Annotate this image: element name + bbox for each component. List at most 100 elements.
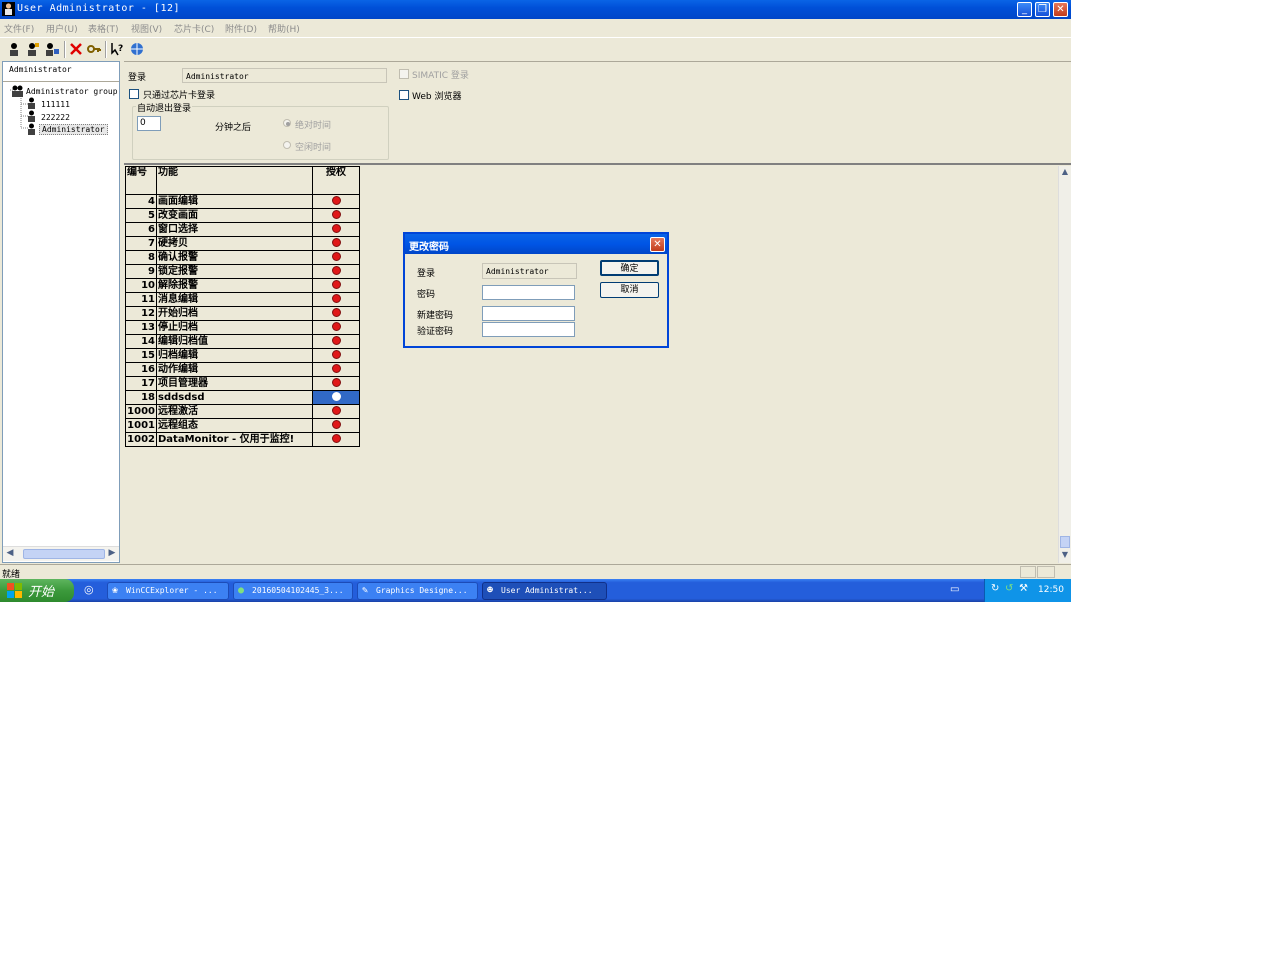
table-row[interactable]: 16 动作编辑: [125, 362, 360, 377]
absolute-time-radio[interactable]: [283, 119, 291, 127]
table-row[interactable]: 15 归档编辑: [125, 348, 360, 363]
row-authorization-cell[interactable]: [312, 194, 360, 209]
table-row[interactable]: 12 开始归档: [125, 306, 360, 321]
scroll-right-icon[interactable]: ▶: [106, 548, 118, 560]
context-help-icon[interactable]: ?: [110, 41, 126, 57]
table-row[interactable]: 17 项目管理器: [125, 376, 360, 391]
keyboard-icon[interactable]: ▭: [950, 584, 964, 596]
row-authorization-cell[interactable]: [312, 348, 360, 363]
row-authorization-cell[interactable]: [312, 390, 360, 405]
table-row[interactable]: 10 解除报警: [125, 278, 360, 293]
menu-file[interactable]: 文件(F): [4, 22, 34, 35]
row-authorization-cell[interactable]: [312, 362, 360, 377]
authorization-indicator-icon[interactable]: [331, 364, 341, 373]
tree-horizontal-scrollbar[interactable]: ◀ ▶: [3, 546, 119, 561]
table-row[interactable]: 1001 远程组态: [125, 418, 360, 433]
web-icon[interactable]: [129, 41, 145, 57]
minutes-input[interactable]: 0: [137, 116, 161, 131]
start-button[interactable]: 开始: [0, 579, 74, 602]
network-icon[interactable]: ↻: [991, 583, 999, 594]
row-authorization-cell[interactable]: [312, 208, 360, 223]
row-authorization-cell[interactable]: [312, 306, 360, 321]
password-input[interactable]: [482, 285, 575, 300]
grid-vertical-scrollbar[interactable]: ▲ ▼: [1058, 166, 1071, 563]
scroll-up-icon[interactable]: ▲: [1059, 167, 1071, 179]
chipcard-only-checkbox[interactable]: [129, 89, 139, 99]
simatic-login-checkbox[interactable]: [399, 69, 409, 79]
authorization-indicator-icon[interactable]: [331, 266, 341, 275]
web-browser-checkbox[interactable]: [399, 90, 409, 100]
task-graphics-designer[interactable]: ✎ Graphics Designe...: [357, 582, 478, 600]
header-authorization[interactable]: 授权: [312, 166, 360, 195]
authorization-indicator-icon[interactable]: [331, 196, 341, 205]
scroll-thumb[interactable]: [23, 549, 105, 559]
header-function[interactable]: 功能: [156, 166, 313, 195]
ok-button[interactable]: 确定: [600, 260, 659, 276]
authorization-indicator-icon[interactable]: [331, 378, 341, 387]
login-field[interactable]: Administrator: [182, 68, 387, 83]
header-number[interactable]: 编号: [125, 166, 157, 195]
tree-user-item[interactable]: 222222: [41, 113, 70, 122]
authorization-indicator-icon[interactable]: [331, 294, 341, 303]
tree-group-label[interactable]: Administrator group: [26, 87, 118, 96]
tree-user-item[interactable]: 111111: [41, 100, 70, 109]
table-row[interactable]: 11 消息编辑: [125, 292, 360, 307]
cancel-button[interactable]: 取消: [600, 282, 659, 298]
row-authorization-cell[interactable]: [312, 320, 360, 335]
quicklaunch-icon[interactable]: ◎: [84, 583, 98, 597]
row-authorization-cell[interactable]: [312, 376, 360, 391]
authorization-indicator-icon[interactable]: [331, 252, 341, 261]
row-authorization-cell[interactable]: [312, 278, 360, 293]
table-row[interactable]: 1000 远程激活: [125, 404, 360, 419]
authorization-indicator-icon[interactable]: [331, 210, 341, 219]
authorization-indicator-icon[interactable]: [331, 420, 341, 429]
row-authorization-cell[interactable]: [312, 432, 360, 447]
minimize-button[interactable]: _: [1017, 2, 1032, 17]
table-row[interactable]: 14 编辑归档值: [125, 334, 360, 349]
authorization-indicator-icon[interactable]: [331, 308, 341, 317]
table-row[interactable]: 9 锁定报警: [125, 264, 360, 279]
menu-view[interactable]: 视图(V): [131, 22, 162, 35]
scroll-thumb[interactable]: [1060, 536, 1070, 548]
authorization-indicator-icon[interactable]: [331, 280, 341, 289]
task-wincc-explorer[interactable]: ❀ WinCCExplorer - ...: [107, 582, 229, 600]
authorization-indicator-icon[interactable]: [331, 350, 341, 359]
authorization-indicator-icon[interactable]: [331, 392, 341, 401]
tree-user-item-selected[interactable]: Administrator: [39, 124, 108, 135]
row-authorization-cell[interactable]: [312, 222, 360, 237]
table-row[interactable]: 5 改变画面: [125, 208, 360, 223]
new-group-icon[interactable]: [6, 41, 22, 57]
copy-user-icon[interactable]: [44, 41, 60, 57]
menu-user[interactable]: 用户(U): [46, 22, 78, 35]
table-row[interactable]: 4 画面编辑: [125, 194, 360, 209]
authorization-indicator-icon[interactable]: [331, 224, 341, 233]
authorization-indicator-icon[interactable]: [331, 238, 341, 247]
menu-help[interactable]: 帮助(H): [268, 22, 300, 35]
new-user-icon[interactable]: [25, 41, 41, 57]
verify-password-input[interactable]: [482, 322, 575, 337]
table-row[interactable]: 13 停止归档: [125, 320, 360, 335]
authorization-indicator-icon[interactable]: [331, 336, 341, 345]
close-button[interactable]: ✕: [1053, 2, 1068, 17]
row-authorization-cell[interactable]: [312, 404, 360, 419]
task-image[interactable]: ● 20160504102445_3...: [233, 582, 353, 600]
task-user-administrator[interactable]: ☻ User Administrat...: [482, 582, 607, 600]
table-row[interactable]: 8 确认报警: [125, 250, 360, 265]
password-key-icon[interactable]: [86, 41, 102, 57]
menu-chipcard[interactable]: 芯片卡(C): [174, 22, 214, 35]
table-row[interactable]: 6 窗口选择: [125, 222, 360, 237]
dialog-close-button[interactable]: ✕: [650, 237, 665, 252]
tools-icon[interactable]: ⚒: [1019, 583, 1028, 594]
table-row[interactable]: 7 硬拷贝: [125, 236, 360, 251]
row-authorization-cell[interactable]: [312, 334, 360, 349]
row-authorization-cell[interactable]: [312, 236, 360, 251]
authorization-indicator-icon[interactable]: [331, 434, 341, 443]
row-authorization-cell[interactable]: [312, 250, 360, 265]
menu-addons[interactable]: 附件(D): [225, 22, 257, 35]
authorization-indicator-icon[interactable]: [331, 406, 341, 415]
row-authorization-cell[interactable]: [312, 418, 360, 433]
restore-button[interactable]: ❐: [1035, 2, 1050, 17]
row-authorization-cell[interactable]: [312, 292, 360, 307]
security-icon[interactable]: ↺: [1005, 583, 1013, 594]
row-authorization-cell[interactable]: [312, 264, 360, 279]
